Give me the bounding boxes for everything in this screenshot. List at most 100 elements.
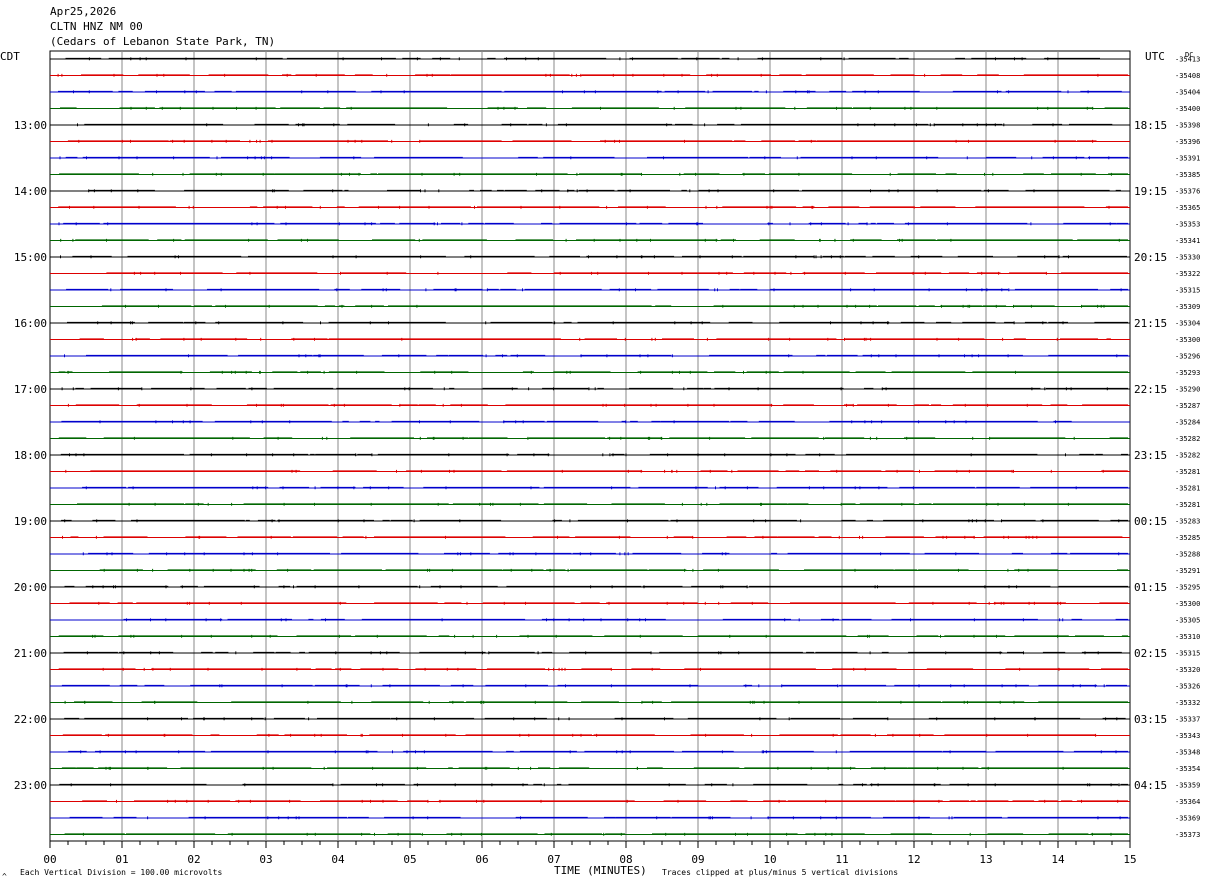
trace-rows [50,57,1130,836]
dc-offset-label: -35332 [1175,699,1200,707]
dc-offset-label: -35330 [1175,254,1200,262]
clip-note: Traces clipped at plus/minus 5 vertical … [662,868,898,877]
x-tick-label: 00 [43,853,56,866]
local-hour-label: 17:00 [14,383,47,396]
dc-offset-label: -35400 [1175,105,1200,113]
dc-offset-label: -35310 [1175,633,1200,641]
dc-offset-label: -35300 [1175,600,1200,608]
x-tick-label: 04 [331,853,345,866]
trace-noise [82,552,1128,556]
trace-noise [79,337,1111,341]
dc-offset-label: -35285 [1175,534,1200,542]
x-axis: 00 01 02 03 04 05 06 07 08 09 10 11 12 13 14 15 [43,841,1137,866]
dc-offset-label: -35315 [1175,287,1200,295]
trace-noise [63,651,1122,655]
local-hour-label: 14:00 [14,185,47,198]
trace-noise [67,321,1128,325]
dc-offset-label: -35296 [1175,353,1200,361]
dc-offset-label: -35359 [1175,782,1200,790]
x-tick-label: 12 [907,853,920,866]
trace-noise [64,354,1128,358]
trace-noise [58,222,1128,226]
x-tick-label: 11 [835,853,848,866]
x-tick-label: 09 [691,853,704,866]
dc-offset-label: -35365 [1175,204,1200,212]
dc-offset-labels: -35413 -35408 -35404 -35400 -35398 -35396 -353… [1175,56,1200,840]
trace-noise [61,684,1127,688]
dc-offset-label: -35288 [1175,551,1200,559]
utc-hour-label: 04:15 [1134,779,1167,792]
x-tick-label: 01 [115,853,128,866]
local-hour-label: 20:00 [14,581,47,594]
dc-offset-label: -35376 [1175,188,1200,196]
dc-offset-label: -35391 [1175,155,1200,163]
local-hour-labels: 13:00 14:00 15:00 16:00 17:00 18:00 19:00 20:00… [14,119,47,792]
dc-offset-label: -35300 [1175,336,1200,344]
dc-offset-label: -35398 [1175,122,1200,130]
dc-offset-label: -35293 [1175,369,1200,377]
trace-noise [60,255,1127,259]
x-tick-label: 03 [259,853,272,866]
dc-offset-label: -35322 [1175,270,1200,278]
utc-hour-label: 21:15 [1134,317,1167,330]
station-location: (Cedars of Lebanon State Park, TN) [50,35,275,48]
x-tick-label: 05 [403,853,416,866]
x-axis-title: TIME (MINUTES) [554,864,647,877]
x-tick-label: 02 [187,853,200,866]
trace-noise [82,799,1128,803]
local-hour-label: 13:00 [14,119,47,132]
dc-offset-label: -35291 [1175,567,1200,575]
trace-noise [58,667,1128,671]
station-code: CLTN HNZ NM 00 [50,20,143,33]
trace-noise [66,288,1128,292]
utc-hour-label: 20:15 [1134,251,1167,264]
trace-noise [69,601,1128,605]
trace-noise [88,189,1121,193]
dc-offset-label: -35320 [1175,666,1200,674]
dc-offset-label: -35295 [1175,584,1200,592]
seismogram-chart: Apr25,2026 CLTN HNZ NM 00 (Cedars of Leb… [0,5,1200,881]
dc-offset-label: -35354 [1175,765,1200,773]
trace-noise [68,750,1128,754]
local-hour-label: 18:00 [14,449,47,462]
left-timezone-label: CDT [0,50,20,63]
dc-offset-label: -35364 [1175,798,1200,806]
scale-note: Each Vertical Division = 100.00 microvol… [20,868,222,877]
local-hour-label: 22:00 [14,713,47,726]
dc-offset-label: -35305 [1175,617,1200,625]
dc-offset-label: -35341 [1175,237,1200,245]
x-tick-label: 13 [979,853,992,866]
dc-offset-label: -35282 [1175,435,1200,443]
dc-offset-label: -35284 [1175,419,1200,427]
trace-noise [61,387,1128,391]
dc-offset-label: -35326 [1175,683,1200,691]
utc-hour-label: 01:15 [1134,581,1167,594]
trace-noise [62,535,1123,539]
x-tick-label: 14 [1051,853,1065,866]
dc-offset-label: -35369 [1175,815,1200,823]
dc-offset-label: -35353 [1175,221,1200,229]
helicorder-plot: Apr25,2026 CLTN HNZ NM 00 (Cedars of Leb… [0,0,1210,886]
trace-noise [101,304,1128,308]
trace-noise [61,519,1128,523]
utc-hour-labels: 18:15 19:15 20:15 21:15 22:15 23:15 00:15 01:15… [1134,119,1167,792]
dc-offset-label: -35281 [1175,485,1200,493]
dc-offset-label: -35315 [1175,650,1200,658]
dc-offset-label: -35396 [1175,138,1200,146]
trace-noise [82,486,1128,490]
trace-noise [64,585,1128,589]
dc-offset-label: -35290 [1175,386,1200,394]
dc-offset-label: -35408 [1175,72,1200,80]
dc-offset-label: -35413 [1175,56,1200,64]
plot-date: Apr25,2026 [50,5,116,18]
dc-offset-label: -35304 [1175,320,1200,328]
local-hour-label: 21:00 [14,647,47,660]
local-hour-label: 19:00 [14,515,47,528]
x-tick-label: 15 [1123,853,1136,866]
local-hour-label: 15:00 [14,251,47,264]
time-grid [49,50,1131,842]
corner-mark: ^ [2,872,7,881]
dc-offset-label: -35404 [1175,89,1200,97]
dc-offset-label: -35373 [1175,831,1200,839]
dc-offset-label: -35281 [1175,468,1200,476]
